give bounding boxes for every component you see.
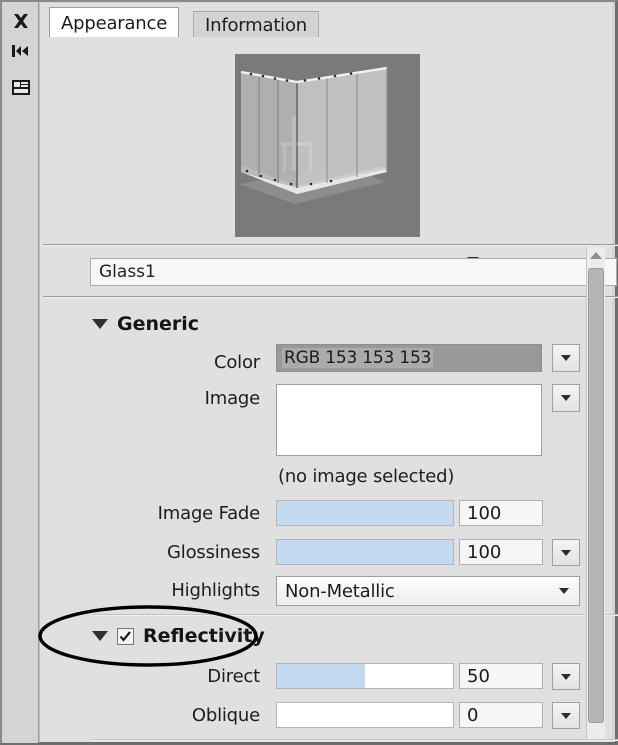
glossiness-slider[interactable] bbox=[276, 539, 454, 565]
material-name-row: Glass1 bbox=[45, 243, 617, 293]
highlights-label: Highlights bbox=[171, 580, 260, 601]
color-value: RGB 153 153 153 bbox=[282, 348, 434, 368]
chevron-down-icon bbox=[561, 673, 571, 680]
tab-strip: Information Appearance bbox=[45, 7, 611, 39]
glossiness-value[interactable]: 100 bbox=[459, 539, 543, 565]
material-name-input[interactable]: Glass1 bbox=[90, 258, 617, 286]
tab-appearance[interactable]: Appearance bbox=[49, 7, 180, 38]
tab-appearance-label: Appearance bbox=[61, 12, 168, 34]
image-fade-value[interactable]: 100 bbox=[459, 500, 543, 526]
highlights-select[interactable]: Non-Metallic bbox=[276, 576, 580, 606]
triangle-up-icon bbox=[590, 252, 602, 259]
chevron-down-icon bbox=[559, 588, 569, 594]
auto-hide-icon[interactable] bbox=[10, 40, 32, 62]
chevron-down-icon bbox=[561, 355, 571, 361]
image-preview-box[interactable] bbox=[276, 384, 542, 456]
color-label: Color bbox=[214, 352, 260, 373]
section-title-generic: Generic bbox=[117, 313, 200, 335]
divider-bottom bbox=[92, 739, 618, 741]
color-dropdown-button[interactable] bbox=[552, 344, 580, 372]
oblique-dropdown-button[interactable] bbox=[552, 702, 580, 729]
highlights-value: Non-Metallic bbox=[285, 580, 395, 602]
scrollbar-up-button[interactable] bbox=[587, 247, 605, 264]
color-swatch[interactable]: RGB 153 153 153 bbox=[276, 344, 542, 372]
chevron-down-icon bbox=[561, 549, 571, 556]
direct-value[interactable]: 50 bbox=[459, 663, 543, 689]
scrollbar-thumb[interactable] bbox=[588, 268, 604, 723]
divider-above-reflectivity bbox=[92, 614, 618, 616]
material-editor-panel: Information Appearance Glass1 Generic Co… bbox=[0, 0, 618, 745]
image-fade-slider[interactable] bbox=[276, 500, 454, 526]
chevron-down-icon bbox=[561, 395, 571, 401]
tab-information[interactable]: Information bbox=[193, 11, 319, 38]
tab-underline bbox=[45, 37, 611, 39]
chevron-down-icon bbox=[92, 319, 108, 329]
direct-label: Direct bbox=[207, 666, 260, 687]
close-icon[interactable] bbox=[10, 10, 32, 32]
image-label: Image bbox=[204, 388, 261, 409]
oblique-value[interactable]: 0 bbox=[459, 702, 543, 728]
glossiness-label: Glossiness bbox=[167, 542, 260, 563]
material-preview-image[interactable] bbox=[235, 54, 420, 237]
panel-body: Information Appearance Glass1 Generic Co… bbox=[39, 3, 618, 742]
panel-menu-icon[interactable] bbox=[10, 76, 32, 98]
direct-dropdown-button[interactable] bbox=[552, 663, 580, 690]
left-icon-rail bbox=[2, 2, 39, 743]
direct-slider[interactable] bbox=[276, 663, 454, 689]
section-header-reflectivity[interactable]: Reflectivity bbox=[92, 625, 265, 647]
oblique-slider[interactable] bbox=[276, 702, 454, 728]
direct-slider-fill bbox=[277, 664, 365, 688]
divider-below-name bbox=[43, 296, 618, 298]
section-header-generic[interactable]: Generic bbox=[92, 313, 199, 335]
reflectivity-checkbox[interactable] bbox=[117, 627, 134, 645]
oblique-label: Oblique bbox=[191, 705, 260, 726]
image-fade-label: Image Fade bbox=[157, 503, 261, 524]
image-status-note: (no image selected) bbox=[278, 466, 455, 487]
section-title-reflectivity: Reflectivity bbox=[143, 625, 265, 647]
chevron-down-icon bbox=[92, 631, 108, 641]
chevron-down-icon bbox=[561, 712, 571, 719]
image-fade-slider-fill bbox=[277, 501, 453, 525]
vertical-scrollbar[interactable] bbox=[586, 247, 605, 739]
glossiness-slider-fill bbox=[277, 540, 453, 564]
glossiness-dropdown-button[interactable] bbox=[552, 539, 580, 566]
material-preview-area bbox=[45, 38, 611, 265]
image-dropdown-button[interactable] bbox=[552, 384, 580, 412]
tab-information-label: Information bbox=[205, 14, 307, 36]
